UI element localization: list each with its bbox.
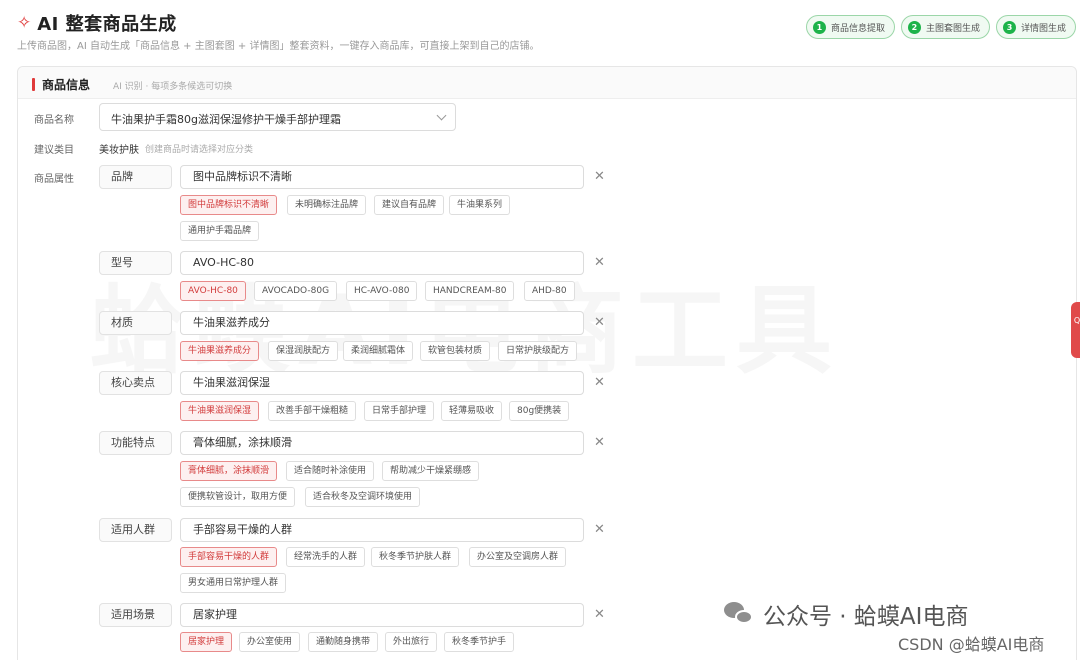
step-number: 2	[907, 20, 921, 34]
option-chip[interactable]: 图中品牌标识不清晰	[180, 195, 278, 215]
product-name-select[interactable]: 牛油果护手霜80g滋润保湿修护干燥手部护理霜	[99, 103, 456, 131]
category-hint: 创建商品时请选择对应分类	[145, 145, 254, 155]
option-chip[interactable]: AVO-HC-80	[180, 281, 246, 301]
option-chip[interactable]: 通用护手霜品牌	[180, 221, 260, 241]
attributes-label: 商品属性	[34, 174, 74, 185]
close-icon[interactable]: ✕	[594, 523, 605, 536]
option-chip[interactable]: AHD-80	[524, 281, 575, 301]
option-chip[interactable]: 改善手部干燥粗糙	[268, 401, 357, 421]
close-icon[interactable]: ✕	[594, 256, 605, 269]
chevron-down-icon	[436, 110, 447, 121]
option-chip[interactable]: 日常手部护理	[364, 401, 435, 421]
step-indicator: 1 商品信息提取 2 主图套图生成 3 详情图生成	[805, 15, 1076, 39]
option-chip[interactable]: 外出旅行	[385, 632, 438, 652]
option-chip[interactable]: 秋冬季节护肤人群	[371, 547, 460, 567]
option-chip[interactable]: 男女通用日常护理人群	[180, 573, 287, 593]
option-chip[interactable]: AVOCADO-80G	[254, 281, 338, 301]
accent-bar	[32, 78, 35, 91]
attribute-value-input[interactable]: 居家护理	[180, 603, 584, 627]
option-chip[interactable]: 办公室使用	[239, 632, 301, 652]
attribute-key: 适用人群	[99, 518, 172, 542]
option-chip[interactable]: 保湿润肤配方	[268, 341, 339, 361]
option-chip[interactable]: 柔润细腻霜体	[343, 341, 414, 361]
step-3[interactable]: 3 详情图生成	[995, 15, 1076, 39]
option-chip[interactable]: HANDCREAM-80	[425, 281, 515, 301]
option-chip[interactable]: 通勤随身携带	[308, 632, 379, 652]
option-chip[interactable]: 软管包装材质	[420, 341, 491, 361]
step-number: 3	[1002, 20, 1016, 34]
step-label: 商品信息提取	[830, 23, 885, 34]
option-chip[interactable]: 牛油果滋润保湿	[180, 401, 260, 421]
option-chip[interactable]: 轻薄易吸收	[441, 401, 503, 421]
option-chip[interactable]: 办公室及空调房人群	[469, 547, 567, 567]
close-icon[interactable]: ✕	[594, 316, 605, 329]
attribute-value-input[interactable]: 膏体细腻，涂抹顺滑	[180, 431, 584, 455]
attribute-key: 材质	[99, 311, 172, 335]
attribute-value-input[interactable]: 手部容易干燥的人群	[180, 518, 584, 542]
close-icon[interactable]: ✕	[594, 608, 605, 621]
card-hint: AI 识别 · 每项多条候选可切换	[113, 82, 233, 92]
step-number: 1	[812, 20, 826, 34]
close-icon[interactable]: ✕	[594, 376, 605, 389]
attribute-key: 品牌	[99, 165, 172, 189]
product-name-label: 商品名称	[34, 115, 74, 126]
attribute-key: 型号	[99, 251, 172, 275]
sparkle-icon: ✧	[17, 12, 32, 33]
close-icon[interactable]: ✕	[594, 436, 605, 449]
option-chip[interactable]: 居家护理	[180, 632, 233, 652]
option-chip[interactable]: 秋冬季节护手	[444, 632, 515, 652]
attribute-key: 功能特点	[99, 431, 172, 455]
attribute-key: 适用场景	[99, 603, 172, 627]
attribute-key: 核心卖点	[99, 371, 172, 395]
wechat-account-text: 公众号 · 蛤蟆AI电商	[763, 604, 969, 630]
card-header: 商品信息 AI 识别 · 每项多条候选可切换	[18, 67, 1076, 99]
page-title-text: AI 整套商品生成	[37, 14, 177, 35]
option-chip[interactable]: 日常护肤级配方	[498, 341, 578, 361]
page-subtitle: 上传商品图，AI 自动生成「商品信息 + 主图套图 + 详情图」整套资料，一键存…	[17, 41, 540, 52]
option-chip[interactable]: 膏体细腻，涂抹顺滑	[180, 461, 278, 481]
option-chip[interactable]: 适合随时补涂使用	[286, 461, 375, 481]
wechat-watermark: 公众号 · 蛤蟆AI电商	[724, 597, 968, 631]
step-label: 主图套图生成	[925, 23, 980, 34]
page-title: ✧ AI 整套商品生成	[17, 10, 177, 36]
step-label: 详情图生成	[1020, 23, 1066, 34]
wechat-icon	[724, 602, 754, 626]
category-label: 建议类目	[34, 145, 74, 156]
csdn-watermark: CSDN @蛤蟆AI电商	[898, 635, 1045, 654]
option-chip[interactable]: 未明确标注品牌	[287, 195, 367, 215]
option-chip[interactable]: 牛油果系列	[449, 195, 511, 215]
page-header: ✧ AI 整套商品生成 上传商品图，AI 自动生成「商品信息 + 主图套图 + …	[0, 0, 1080, 62]
option-chip[interactable]: 建议自有品牌	[374, 195, 445, 215]
close-icon[interactable]: ✕	[594, 170, 605, 183]
side-float-tab[interactable]: Q	[1071, 302, 1080, 358]
attribute-value-input[interactable]: 牛油果滋润保湿	[180, 371, 584, 395]
option-chip[interactable]: 经常洗手的人群	[286, 547, 366, 567]
card-title: 商品信息	[42, 78, 91, 92]
option-chip[interactable]: 80g便携装	[509, 401, 570, 421]
option-chip[interactable]: 帮助减少干燥紧绷感	[382, 461, 480, 481]
category-value: 美妆护肤	[99, 145, 139, 156]
option-chip[interactable]: 手部容易干燥的人群	[180, 547, 278, 567]
option-chip[interactable]: HC-AVO-080	[346, 281, 418, 301]
option-chip[interactable]: 牛油果滋养成分	[180, 341, 260, 361]
attribute-value-input[interactable]: 牛油果滋养成分	[180, 311, 584, 335]
product-info-card: 商品信息 AI 识别 · 每项多条候选可切换	[17, 66, 1077, 660]
attribute-value-input[interactable]: 图中品牌标识不清晰	[180, 165, 584, 189]
step-1[interactable]: 1 商品信息提取	[805, 15, 895, 39]
step-2[interactable]: 2 主图套图生成	[900, 15, 990, 39]
product-name-value: 牛油果护手霜80g滋润保湿修护干燥手部护理霜	[111, 113, 341, 126]
option-chip[interactable]: 适合秋冬及空调环境使用	[305, 487, 421, 507]
attribute-value-input[interactable]: AVO-HC-80	[180, 251, 584, 275]
option-chip[interactable]: 便携软管设计，取用方便	[180, 487, 296, 507]
